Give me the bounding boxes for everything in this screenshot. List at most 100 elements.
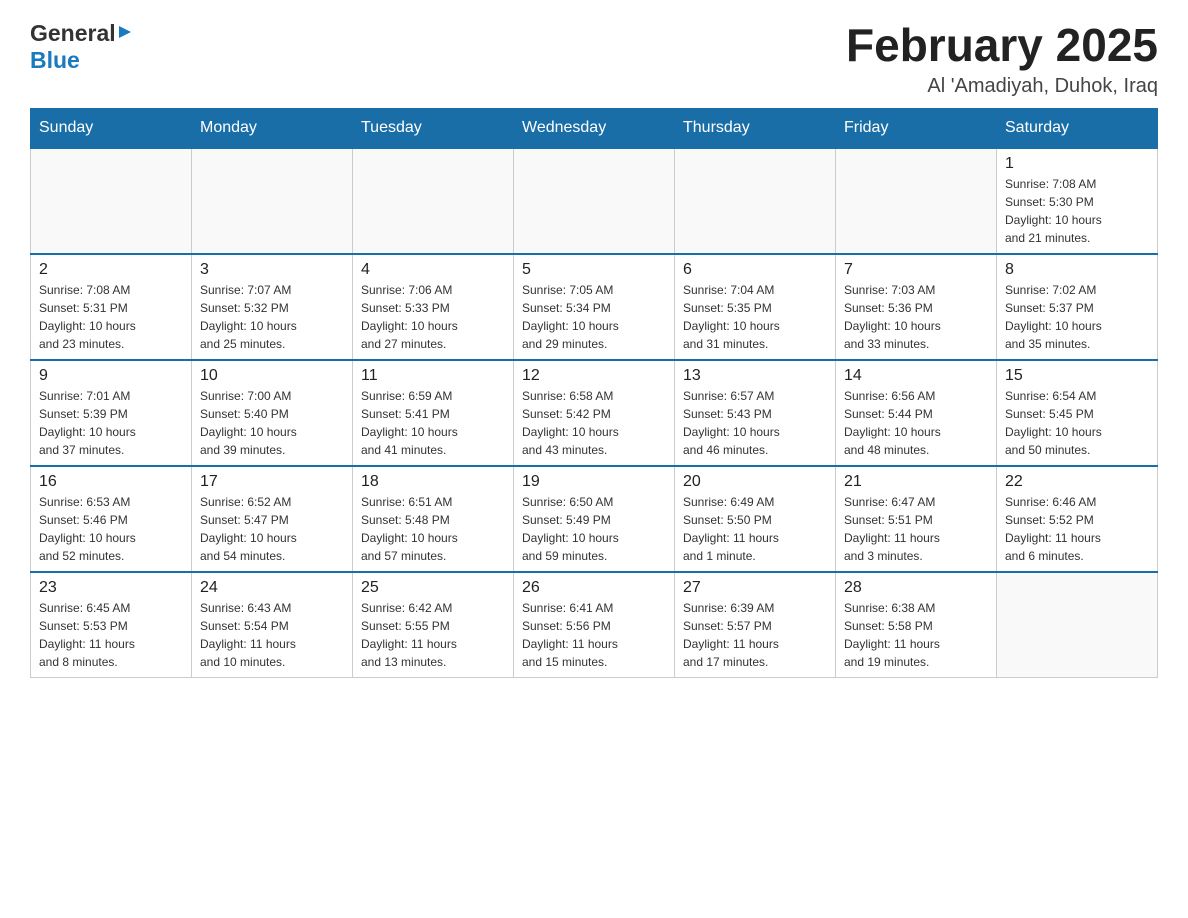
day-info: Sunrise: 6:51 AM Sunset: 5:48 PM Dayligh… [361, 493, 505, 565]
weekday-header-monday: Monday [192, 108, 353, 148]
calendar-cell [836, 148, 997, 254]
day-number: 22 [1005, 473, 1149, 491]
calendar-cell: 18 Sunrise: 6:51 AM Sunset: 5:48 PM Dayli… [353, 466, 514, 572]
calendar-cell: 14 Sunrise: 6:56 AM Sunset: 5:44 PM Dayli… [836, 360, 997, 466]
day-info: Sunrise: 7:08 AM Sunset: 5:30 PM Dayligh… [1005, 175, 1149, 247]
day-info: Sunrise: 6:56 AM Sunset: 5:44 PM Dayligh… [844, 387, 988, 459]
day-info: Sunrise: 6:57 AM Sunset: 5:43 PM Dayligh… [683, 387, 827, 459]
day-info: Sunrise: 7:03 AM Sunset: 5:36 PM Dayligh… [844, 281, 988, 353]
weekday-header-friday: Friday [836, 108, 997, 148]
calendar-cell [675, 148, 836, 254]
calendar-cell: 3 Sunrise: 7:07 AM Sunset: 5:32 PM Daylig… [192, 254, 353, 360]
calendar-cell: 16 Sunrise: 6:53 AM Sunset: 5:46 PM Dayli… [31, 466, 192, 572]
calendar-cell [192, 148, 353, 254]
calendar-cell: 5Sunrise: 7:05 AM Sunset: 5:34 PM Daylig… [514, 254, 675, 360]
day-number: 12 [522, 367, 666, 385]
day-info: Sunrise: 6:52 AM Sunset: 5:47 PM Dayligh… [200, 493, 344, 565]
calendar-cell: 19 Sunrise: 6:50 AM Sunset: 5:49 PM Dayli… [514, 466, 675, 572]
day-info: Sunrise: 6:43 AM Sunset: 5:54 PM Dayligh… [200, 599, 344, 671]
logo-blue-text: Blue [30, 47, 80, 73]
weekday-header-thursday: Thursday [675, 108, 836, 148]
day-number: 28 [844, 579, 988, 597]
day-info: Sunrise: 6:49 AM Sunset: 5:50 PM Dayligh… [683, 493, 827, 565]
day-info: Sunrise: 7:04 AM Sunset: 5:35 PM Dayligh… [683, 281, 827, 353]
weekday-header-saturday: Saturday [997, 108, 1158, 148]
day-info: Sunrise: 7:08 AM Sunset: 5:31 PM Dayligh… [39, 281, 183, 353]
day-number: 21 [844, 473, 988, 491]
calendar-cell: 11 Sunrise: 6:59 AM Sunset: 5:41 PM Dayli… [353, 360, 514, 466]
page-header: General Blue February 2025 Al 'Amadiyah,… [30, 20, 1158, 98]
calendar-cell: 26 Sunrise: 6:41 AM Sunset: 5:56 PM Dayli… [514, 572, 675, 678]
day-number: 18 [361, 473, 505, 491]
calendar-cell: 2 Sunrise: 7:08 AM Sunset: 5:31 PM Daylig… [31, 254, 192, 360]
day-info: Sunrise: 6:39 AM Sunset: 5:57 PM Dayligh… [683, 599, 827, 671]
calendar-cell: 8Sunrise: 7:02 AM Sunset: 5:37 PM Daylig… [997, 254, 1158, 360]
day-info: Sunrise: 6:42 AM Sunset: 5:55 PM Dayligh… [361, 599, 505, 671]
day-number: 20 [683, 473, 827, 491]
weekday-header-tuesday: Tuesday [353, 108, 514, 148]
calendar-cell: 15 Sunrise: 6:54 AM Sunset: 5:45 PM Dayli… [997, 360, 1158, 466]
calendar-cell: 27 Sunrise: 6:39 AM Sunset: 5:57 PM Dayli… [675, 572, 836, 678]
day-number: 17 [200, 473, 344, 491]
day-number: 2 [39, 261, 183, 279]
day-number: 14 [844, 367, 988, 385]
month-title: February 2025 [846, 20, 1158, 71]
logo-general-text: General [30, 20, 116, 47]
calendar-cell: 17 Sunrise: 6:52 AM Sunset: 5:47 PM Dayli… [192, 466, 353, 572]
logo-triangle-icon [117, 24, 133, 45]
calendar-cell: 13 Sunrise: 6:57 AM Sunset: 5:43 PM Dayli… [675, 360, 836, 466]
calendar-week-3: 9 Sunrise: 7:01 AM Sunset: 5:39 PM Daylig… [31, 360, 1158, 466]
calendar-cell: 9 Sunrise: 7:01 AM Sunset: 5:39 PM Daylig… [31, 360, 192, 466]
day-number: 15 [1005, 367, 1149, 385]
day-number: 23 [39, 579, 183, 597]
calendar-cell: 28 Sunrise: 6:38 AM Sunset: 5:58 PM Dayli… [836, 572, 997, 678]
day-info: Sunrise: 6:58 AM Sunset: 5:42 PM Dayligh… [522, 387, 666, 459]
day-number: 19 [522, 473, 666, 491]
day-number: 1 [1005, 155, 1149, 173]
weekday-header-wednesday: Wednesday [514, 108, 675, 148]
calendar-cell: 25Sunrise: 6:42 AM Sunset: 5:55 PM Dayli… [353, 572, 514, 678]
calendar-cell: 23 Sunrise: 6:45 AM Sunset: 5:53 PM Dayli… [31, 572, 192, 678]
day-number: 5 [522, 261, 666, 279]
calendar-cell: 10Sunrise: 7:00 AM Sunset: 5:40 PM Dayli… [192, 360, 353, 466]
calendar-cell [31, 148, 192, 254]
day-number: 16 [39, 473, 183, 491]
calendar-cell [997, 572, 1158, 678]
day-info: Sunrise: 6:53 AM Sunset: 5:46 PM Dayligh… [39, 493, 183, 565]
calendar-cell: 24Sunrise: 6:43 AM Sunset: 5:54 PM Dayli… [192, 572, 353, 678]
weekday-header-sunday: Sunday [31, 108, 192, 148]
day-info: Sunrise: 7:07 AM Sunset: 5:32 PM Dayligh… [200, 281, 344, 353]
day-info: Sunrise: 6:59 AM Sunset: 5:41 PM Dayligh… [361, 387, 505, 459]
day-info: Sunrise: 6:47 AM Sunset: 5:51 PM Dayligh… [844, 493, 988, 565]
logo: General Blue [30, 20, 133, 74]
calendar-cell: 20 Sunrise: 6:49 AM Sunset: 5:50 PM Dayli… [675, 466, 836, 572]
day-number: 3 [200, 261, 344, 279]
day-info: Sunrise: 7:02 AM Sunset: 5:37 PM Dayligh… [1005, 281, 1149, 353]
calendar-cell: 4Sunrise: 7:06 AM Sunset: 5:33 PM Daylig… [353, 254, 514, 360]
calendar-cell: 22 Sunrise: 6:46 AM Sunset: 5:52 PM Dayli… [997, 466, 1158, 572]
day-info: Sunrise: 6:45 AM Sunset: 5:53 PM Dayligh… [39, 599, 183, 671]
weekday-header-row: SundayMondayTuesdayWednesdayThursdayFrid… [31, 108, 1158, 148]
day-number: 26 [522, 579, 666, 597]
day-number: 11 [361, 367, 505, 385]
day-number: 13 [683, 367, 827, 385]
calendar-cell: 12 Sunrise: 6:58 AM Sunset: 5:42 PM Dayli… [514, 360, 675, 466]
day-info: Sunrise: 6:38 AM Sunset: 5:58 PM Dayligh… [844, 599, 988, 671]
day-number: 9 [39, 367, 183, 385]
calendar-cell: 21 Sunrise: 6:47 AM Sunset: 5:51 PM Dayli… [836, 466, 997, 572]
day-number: 7 [844, 261, 988, 279]
day-number: 27 [683, 579, 827, 597]
day-info: Sunrise: 6:46 AM Sunset: 5:52 PM Dayligh… [1005, 493, 1149, 565]
day-info: Sunrise: 6:50 AM Sunset: 5:49 PM Dayligh… [522, 493, 666, 565]
day-info: Sunrise: 7:01 AM Sunset: 5:39 PM Dayligh… [39, 387, 183, 459]
day-info: Sunrise: 6:54 AM Sunset: 5:45 PM Dayligh… [1005, 387, 1149, 459]
location-title: Al 'Amadiyah, Duhok, Iraq [846, 75, 1158, 98]
title-block: February 2025 Al 'Amadiyah, Duhok, Iraq [846, 20, 1158, 98]
calendar-cell [353, 148, 514, 254]
calendar-week-2: 2 Sunrise: 7:08 AM Sunset: 5:31 PM Daylig… [31, 254, 1158, 360]
calendar-cell [514, 148, 675, 254]
day-info: Sunrise: 7:06 AM Sunset: 5:33 PM Dayligh… [361, 281, 505, 353]
calendar-week-4: 16 Sunrise: 6:53 AM Sunset: 5:46 PM Dayli… [31, 466, 1158, 572]
calendar-cell: 6Sunrise: 7:04 AM Sunset: 5:35 PM Daylig… [675, 254, 836, 360]
day-info: Sunrise: 6:41 AM Sunset: 5:56 PM Dayligh… [522, 599, 666, 671]
